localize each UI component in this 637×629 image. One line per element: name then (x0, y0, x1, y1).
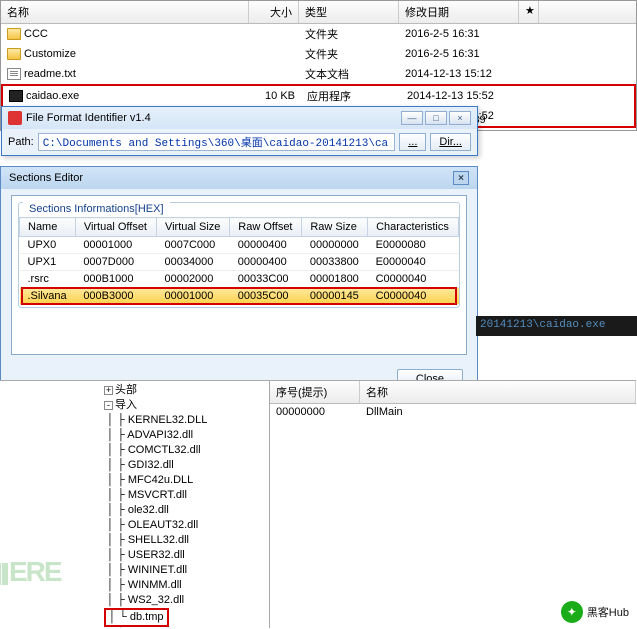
tree-leaf[interactable]: │ ├ MFC42u.DLL (104, 473, 270, 488)
tree-leaf[interactable]: db.tmp (130, 611, 164, 623)
table-row[interactable]: .rsrc000B10000000200000033C0000001800C00… (20, 271, 459, 288)
table-row-highlighted[interactable]: .Silvana000B30000000100000035C0000000145… (20, 288, 459, 305)
import-row[interactable]: 00000000 DllMain (270, 404, 636, 420)
tree-node[interactable]: -导入 (104, 398, 270, 413)
tree-leaf[interactable]: │ ├ WINMM.dll (104, 578, 270, 593)
imports-panel: 序号(提示) 名称 00000000 DllMain (270, 381, 636, 628)
col-date[interactable]: 修改日期 (399, 1, 519, 23)
sections-group-title: Sections Informations[HEX] (23, 201, 170, 217)
th-name[interactable]: Name (20, 218, 76, 237)
close-button[interactable]: × (449, 111, 471, 125)
th-char[interactable]: Characteristics (368, 218, 459, 237)
ffi-path-row: Path: ... Dir... (2, 129, 477, 155)
sections-table: Name Virtual Offset Virtual Size Raw Off… (19, 217, 459, 305)
col-ordinal[interactable]: 序号(提示) (270, 381, 360, 403)
tree-leaf[interactable]: │ ├ OLEAUT32.dll (104, 518, 270, 533)
watermark-right: ✦黑客Hub (561, 601, 629, 623)
tree-leaf[interactable]: │ ├ KERNEL32.DLL (104, 413, 270, 428)
path-input[interactable] (38, 133, 396, 151)
tree-leaf[interactable]: │ ├ COMCTL32.dll (104, 443, 270, 458)
folder-icon (7, 28, 21, 40)
table-row[interactable]: UPX0000010000007C0000000040000000000E000… (20, 237, 459, 254)
tree-node[interactable]: +资源 (104, 627, 270, 628)
bottom-panel: +头部 -导入 │ ├ KERNEL32.DLL │ ├ ADVAPI32.dl… (0, 380, 636, 628)
tree-node[interactable]: +头部 (104, 383, 270, 398)
tree-leaf[interactable]: │ ├ WININET.dll (104, 563, 270, 578)
table-header-row: Name Virtual Offset Virtual Size Raw Off… (20, 218, 459, 237)
text-file-icon (7, 68, 21, 80)
tree-leaf[interactable]: │ ├ ole32.dll (104, 503, 270, 518)
sections-group: Sections Informations[HEX] Name Virtual … (18, 202, 460, 308)
path-label: Path: (8, 136, 34, 148)
tree-leaf[interactable]: │ ├ MSVCRT.dll (104, 488, 270, 503)
tree-leaf[interactable]: │ ├ SHELL32.dll (104, 533, 270, 548)
tree-leaf[interactable]: │ ├ ADVAPI32.dll (104, 428, 270, 443)
maximize-button[interactable]: □ (425, 111, 447, 125)
file-row[interactable]: Customize文件夹2016-2-5 16:31 (1, 44, 636, 64)
path-ellipsis-button[interactable]: ... (399, 133, 426, 151)
imports-header: 序号(提示) 名称 (270, 381, 636, 404)
ffi-title-text: File Format Identifier v1.4 (26, 112, 151, 124)
th-voff[interactable]: Virtual Offset (75, 218, 156, 237)
file-list-header: 名称 大小 类型 修改日期 ★ (1, 1, 636, 24)
app-icon (8, 111, 22, 125)
file-row[interactable]: readme.txt文本文档2014-12-13 15:12 (1, 64, 636, 84)
close-icon[interactable]: × (453, 171, 469, 185)
tree-panel: +头部 -导入 │ ├ KERNEL32.DLL │ ├ ADVAPI32.dl… (0, 381, 270, 628)
th-rsize[interactable]: Raw Size (302, 218, 368, 237)
col-star[interactable]: ★ (519, 1, 539, 23)
sections-titlebar[interactable]: Sections Editor × (1, 167, 477, 189)
table-row[interactable]: UPX10007D000000340000000040000033800E000… (20, 254, 459, 271)
sections-title-text: Sections Editor (9, 172, 83, 184)
tree-leaf[interactable]: │ ├ USER32.dll (104, 548, 270, 563)
folder-icon (7, 48, 21, 60)
tree-leaf[interactable]: │ ├ WS2_32.dll (104, 593, 270, 608)
file-row[interactable]: caidao.exe10 KB应用程序2014-12-13 15:52 (3, 86, 634, 106)
highlight-box-dbtmp: │ └ db.tmp (104, 608, 169, 627)
ffi-window: File Format Identifier v1.4 — □ × Path: … (1, 106, 478, 156)
tree-leaf[interactable]: │ ├ GDI32.dll (104, 458, 270, 473)
th-roff[interactable]: Raw Offset (230, 218, 302, 237)
col-name[interactable]: 名称 (1, 1, 249, 23)
collapse-icon[interactable]: - (104, 401, 113, 410)
ffi-titlebar[interactable]: File Format Identifier v1.4 — □ × (2, 107, 477, 129)
wechat-icon: ✦ (561, 601, 583, 623)
minimize-button[interactable]: — (401, 111, 423, 125)
dark-path-strip: 20141213\caidao.exe (476, 316, 637, 336)
sections-editor-window: Sections Editor × Sections Informations[… (0, 166, 478, 400)
watermark-left: FREɭERE (0, 556, 61, 588)
col-size[interactable]: 大小 (249, 1, 299, 23)
dir-button[interactable]: Dir... (430, 133, 471, 151)
file-row[interactable]: CCC文件夹2016-2-5 16:31 (1, 24, 636, 44)
exe-icon (9, 90, 23, 102)
col-type[interactable]: 类型 (299, 1, 399, 23)
expand-icon[interactable]: + (104, 386, 113, 395)
col-name[interactable]: 名称 (360, 381, 636, 403)
th-vsize[interactable]: Virtual Size (156, 218, 229, 237)
